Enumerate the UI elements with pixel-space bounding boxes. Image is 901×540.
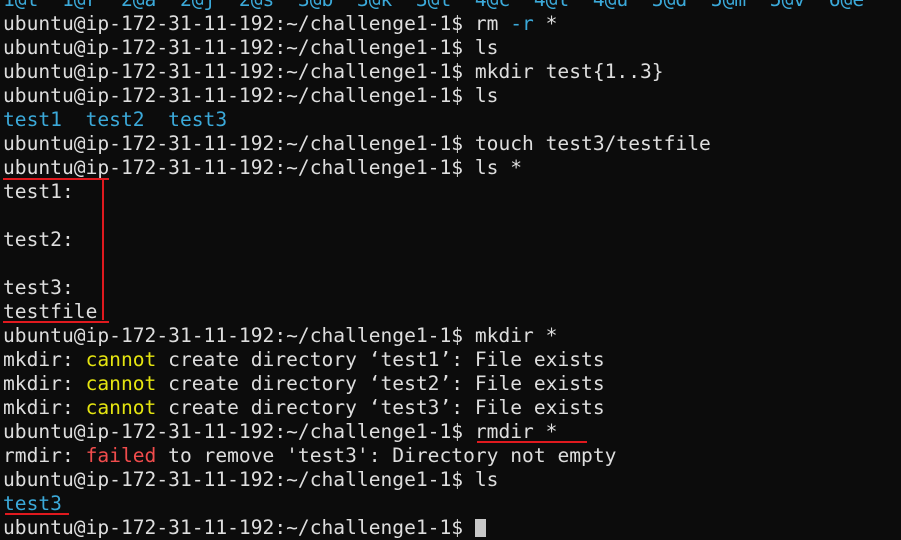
command-line-ls-star: ubuntu@ip-172-31-11-192:~/challenge1-1$ … bbox=[3, 156, 901, 180]
text-cursor[interactable] bbox=[474, 519, 486, 537]
shell-prompt: ubuntu@ip-172-31-11-192:~/challenge1-1$ bbox=[3, 156, 464, 179]
annotation-bracket-line bbox=[102, 180, 104, 320]
error-line: rmdir: failed to remove 'test3': Directo… bbox=[3, 444, 901, 468]
command-flag: -r bbox=[510, 12, 534, 35]
directory-entry: test3 bbox=[3, 492, 62, 515]
command-text: rm bbox=[474, 12, 499, 35]
error-prefix: mkdir: bbox=[3, 396, 74, 419]
error-prefix: mkdir: bbox=[3, 372, 74, 395]
error-message: create directory ‘test2’: File exists bbox=[168, 372, 605, 395]
command-text: mkdir test{1..3} bbox=[474, 60, 664, 83]
shell-prompt: ubuntu@ip-172-31-11-192:~/challenge1-1$ bbox=[3, 84, 464, 107]
command-text: touch test3/testfile bbox=[474, 132, 711, 155]
terminal-window[interactable]: 1@t 1@r 2@a 2@j 2@s 3@b 3@k 3@t 4@c 4@l … bbox=[3, 0, 901, 540]
command-line-rm: ubuntu@ip-172-31-11-192:~/challenge1-1$ … bbox=[3, 12, 901, 36]
annotation-underline bbox=[3, 321, 109, 323]
command-text: rmdir * bbox=[474, 420, 558, 443]
command-text: ls bbox=[474, 84, 499, 107]
error-line: mkdir: cannot create directory ‘test3’: … bbox=[3, 396, 901, 420]
shell-prompt: ubuntu@ip-172-31-11-192:~/challenge1-1$ bbox=[3, 516, 464, 539]
error-prefix: mkdir: bbox=[3, 348, 74, 371]
command-arg: * bbox=[545, 12, 558, 35]
error-message: create directory ‘test1’: File exists bbox=[168, 348, 605, 371]
command-line-mkdir-star: ubuntu@ip-172-31-11-192:~/challenge1-1$ … bbox=[3, 324, 901, 348]
command-text: ls bbox=[474, 468, 499, 491]
output-line: test1: bbox=[3, 180, 74, 203]
shell-prompt: ubuntu@ip-172-31-11-192:~/challenge1-1$ bbox=[3, 468, 464, 491]
shell-prompt: ubuntu@ip-172-31-11-192:~/challenge1-1$ bbox=[3, 36, 464, 59]
directory-entry: test2 bbox=[85, 108, 145, 131]
error-prefix: rmdir: bbox=[3, 444, 74, 467]
error-keyword: failed bbox=[85, 444, 157, 467]
command-line-rmdir-star: ubuntu@ip-172-31-11-192:~/challenge1-1$ … bbox=[3, 420, 901, 444]
error-keyword: cannot bbox=[85, 372, 157, 395]
previous-output-line: 1@t 1@r 2@a 2@j 2@s 3@b 3@k 3@t 4@c 4@l … bbox=[3, 0, 901, 12]
shell-prompt: ubuntu@ip-172-31-11-192:~/challenge1-1$ bbox=[3, 132, 464, 155]
output-line: testfile bbox=[3, 300, 98, 323]
active-prompt-line[interactable]: ubuntu@ip-172-31-11-192:~/challenge1-1$ bbox=[3, 516, 901, 540]
command-text: ls * bbox=[474, 156, 523, 179]
error-message: to remove 'test3': Directory not empty bbox=[168, 444, 617, 467]
error-keyword: cannot bbox=[85, 396, 157, 419]
ls-output-line: test1 test2 test3 bbox=[3, 108, 901, 132]
command-line-mkdir: ubuntu@ip-172-31-11-192:~/challenge1-1$ … bbox=[3, 60, 901, 84]
error-keyword: cannot bbox=[85, 348, 157, 371]
command-text: mkdir * bbox=[474, 324, 558, 347]
error-message: create directory ‘test3’: File exists bbox=[168, 396, 605, 419]
annotation-underline bbox=[477, 441, 587, 443]
output-line: test3: bbox=[3, 276, 74, 299]
command-line-ls: ubuntu@ip-172-31-11-192:~/challenge1-1$ … bbox=[3, 36, 901, 60]
command-line-ls: ubuntu@ip-172-31-11-192:~/challenge1-1$ … bbox=[3, 468, 901, 492]
command-line-ls: ubuntu@ip-172-31-11-192:~/challenge1-1$ … bbox=[3, 84, 901, 108]
directory-entry: test1 bbox=[3, 108, 62, 131]
shell-prompt: ubuntu@ip-172-31-11-192:~/challenge1-1$ bbox=[3, 420, 464, 443]
directory-entry: test3 bbox=[168, 108, 228, 131]
annotation-underline bbox=[3, 178, 109, 180]
error-line: mkdir: cannot create directory ‘test2’: … bbox=[3, 372, 901, 396]
annotation-underline bbox=[5, 513, 69, 515]
output-line: test2: bbox=[3, 228, 74, 251]
shell-prompt: ubuntu@ip-172-31-11-192:~/challenge1-1$ bbox=[3, 12, 464, 35]
command-line-touch: ubuntu@ip-172-31-11-192:~/challenge1-1$ … bbox=[3, 132, 901, 156]
error-line: mkdir: cannot create directory ‘test1’: … bbox=[3, 348, 901, 372]
command-text: ls bbox=[474, 36, 499, 59]
shell-prompt: ubuntu@ip-172-31-11-192:~/challenge1-1$ bbox=[3, 324, 464, 347]
shell-prompt: ubuntu@ip-172-31-11-192:~/challenge1-1$ bbox=[3, 60, 464, 83]
